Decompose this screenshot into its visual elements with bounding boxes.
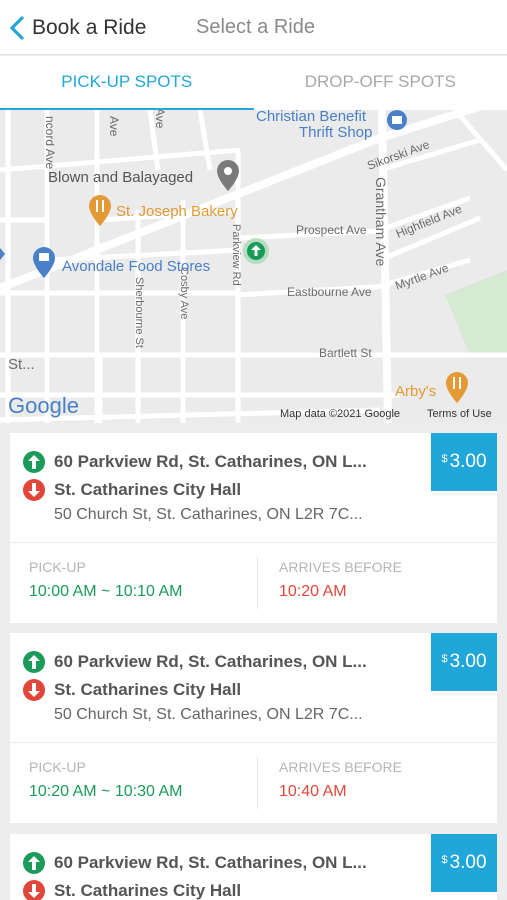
terms-of-use-link[interactable]: Terms of Use bbox=[427, 408, 492, 420]
street-label: Bartlett St bbox=[319, 346, 372, 360]
place-label-thrift: Thrift Shop bbox=[299, 124, 372, 141]
ride-times: PICK-UP 10:20 AM ~ 10:30 AM ARRIVES BEFO… bbox=[10, 743, 497, 823]
street-label: Prospect Ave bbox=[296, 223, 367, 237]
pickup-time: 10:00 AM ~ 10:10 AM bbox=[29, 583, 183, 600]
dropoff-arrow-icon bbox=[23, 479, 45, 501]
divider bbox=[257, 757, 258, 809]
back-button[interactable]: Book a Ride bbox=[8, 12, 146, 44]
place-label-food: Avondale Food Stores bbox=[62, 258, 210, 275]
ride-route: 60 Parkview Rd, St. Catharines, ON L... … bbox=[10, 433, 497, 543]
tab-pickup-spots[interactable]: PICK-UP SPOTS bbox=[0, 56, 254, 112]
spot-tabs: PICK-UP SPOTS DROP-OFF SPOTS bbox=[0, 56, 507, 112]
ride-route: 60 Parkview Rd, St. Catharines, ON L... … bbox=[10, 633, 497, 743]
pickup-spot-marker[interactable] bbox=[243, 238, 269, 264]
destination-address: 50 Church St, St. Catharines, ON L2R 7C.… bbox=[54, 706, 363, 723]
back-label: Book a Ride bbox=[32, 16, 147, 39]
price-currency: $ bbox=[441, 854, 448, 866]
price-amount: 3.00 bbox=[449, 451, 487, 472]
top-bar: Book a Ride Select a Ride bbox=[0, 0, 507, 55]
ride-card[interactable]: 60 Parkview Rd, St. Catharines, ON L... … bbox=[10, 834, 497, 900]
place-label-bakery: St. Joseph Bakery bbox=[116, 203, 238, 220]
pickup-arrow-icon bbox=[23, 852, 45, 874]
dropoff-arrow-icon bbox=[23, 880, 45, 900]
arrives-label: ARRIVES BEFORE bbox=[279, 759, 402, 775]
dropoff-arrow-icon bbox=[23, 679, 45, 701]
street-label: ncord Ave bbox=[43, 116, 57, 169]
chevron-left-icon bbox=[10, 16, 24, 40]
destination-name: St. Catharines City Hall bbox=[54, 680, 242, 699]
arrives-label: ARRIVES BEFORE bbox=[279, 559, 402, 575]
price-button[interactable]: $ 3.00 bbox=[431, 834, 497, 892]
place-label-thrift: Christian Benefit bbox=[256, 110, 367, 125]
ride-card[interactable]: 60 Parkview Rd, St. Catharines, ON L... … bbox=[10, 633, 497, 823]
ride-card[interactable]: 60 Parkview Rd, St. Catharines, ON L... … bbox=[10, 433, 497, 623]
pickup-address: 60 Parkview Rd, St. Catharines, ON L... bbox=[54, 853, 367, 872]
price-amount: 3.00 bbox=[449, 651, 487, 672]
price-button[interactable]: $ 3.00 bbox=[431, 633, 497, 691]
google-logo: Google bbox=[8, 393, 79, 418]
pickup-address: 60 Parkview Rd, St. Catharines, ON L... bbox=[54, 652, 367, 671]
destination-name: St. Catharines City Hall bbox=[54, 480, 242, 499]
map-canvas: ncord Ave Ave Ave Sikorski Ave Grantham … bbox=[0, 110, 507, 423]
pickup-label: PICK-UP bbox=[29, 759, 86, 775]
tab-dropoff-spots[interactable]: DROP-OFF SPOTS bbox=[254, 56, 507, 110]
destination-name: St. Catharines City Hall bbox=[54, 881, 242, 900]
price-currency: $ bbox=[441, 453, 448, 465]
street-label: Eastbourne Ave bbox=[287, 285, 372, 299]
pickup-arrow-icon bbox=[23, 651, 45, 673]
pickup-address: 60 Parkview Rd, St. Catharines, ON L... bbox=[54, 452, 367, 471]
page-subtitle: Select a Ride bbox=[196, 16, 315, 38]
price-amount: 3.00 bbox=[449, 852, 487, 873]
arrive-time: 10:40 AM bbox=[279, 783, 347, 800]
place-label-salon: Blown and Balayaged bbox=[48, 169, 193, 186]
price-button[interactable]: $ 3.00 bbox=[431, 433, 497, 491]
place-label-arbys: Arby's bbox=[395, 383, 436, 400]
ride-route: 60 Parkview Rd, St. Catharines, ON L... … bbox=[10, 834, 497, 900]
arrive-time: 10:20 AM bbox=[279, 583, 347, 600]
street-label: Ave bbox=[107, 116, 121, 137]
map-view[interactable]: ncord Ave Ave Ave Sikorski Ave Grantham … bbox=[0, 110, 507, 423]
pickup-time: 10:20 AM ~ 10:30 AM bbox=[29, 783, 183, 800]
street-label: Ave bbox=[153, 110, 167, 129]
map-data-attribution: Map data ©2021 Google bbox=[280, 408, 400, 420]
street-label: Grantham Ave bbox=[373, 177, 389, 266]
street-label: Sherbourne St bbox=[133, 277, 145, 348]
destination-address: 50 Church St, St. Catharines, ON L2R 7C.… bbox=[54, 506, 363, 523]
place-label: St... bbox=[8, 356, 35, 373]
street-label: Parkview Rd bbox=[230, 224, 242, 286]
pickup-label: PICK-UP bbox=[29, 559, 86, 575]
ride-times: PICK-UP 10:00 AM ~ 10:10 AM ARRIVES BEFO… bbox=[10, 543, 497, 623]
price-currency: $ bbox=[441, 653, 448, 665]
pickup-arrow-icon bbox=[23, 451, 45, 473]
divider bbox=[257, 557, 258, 609]
